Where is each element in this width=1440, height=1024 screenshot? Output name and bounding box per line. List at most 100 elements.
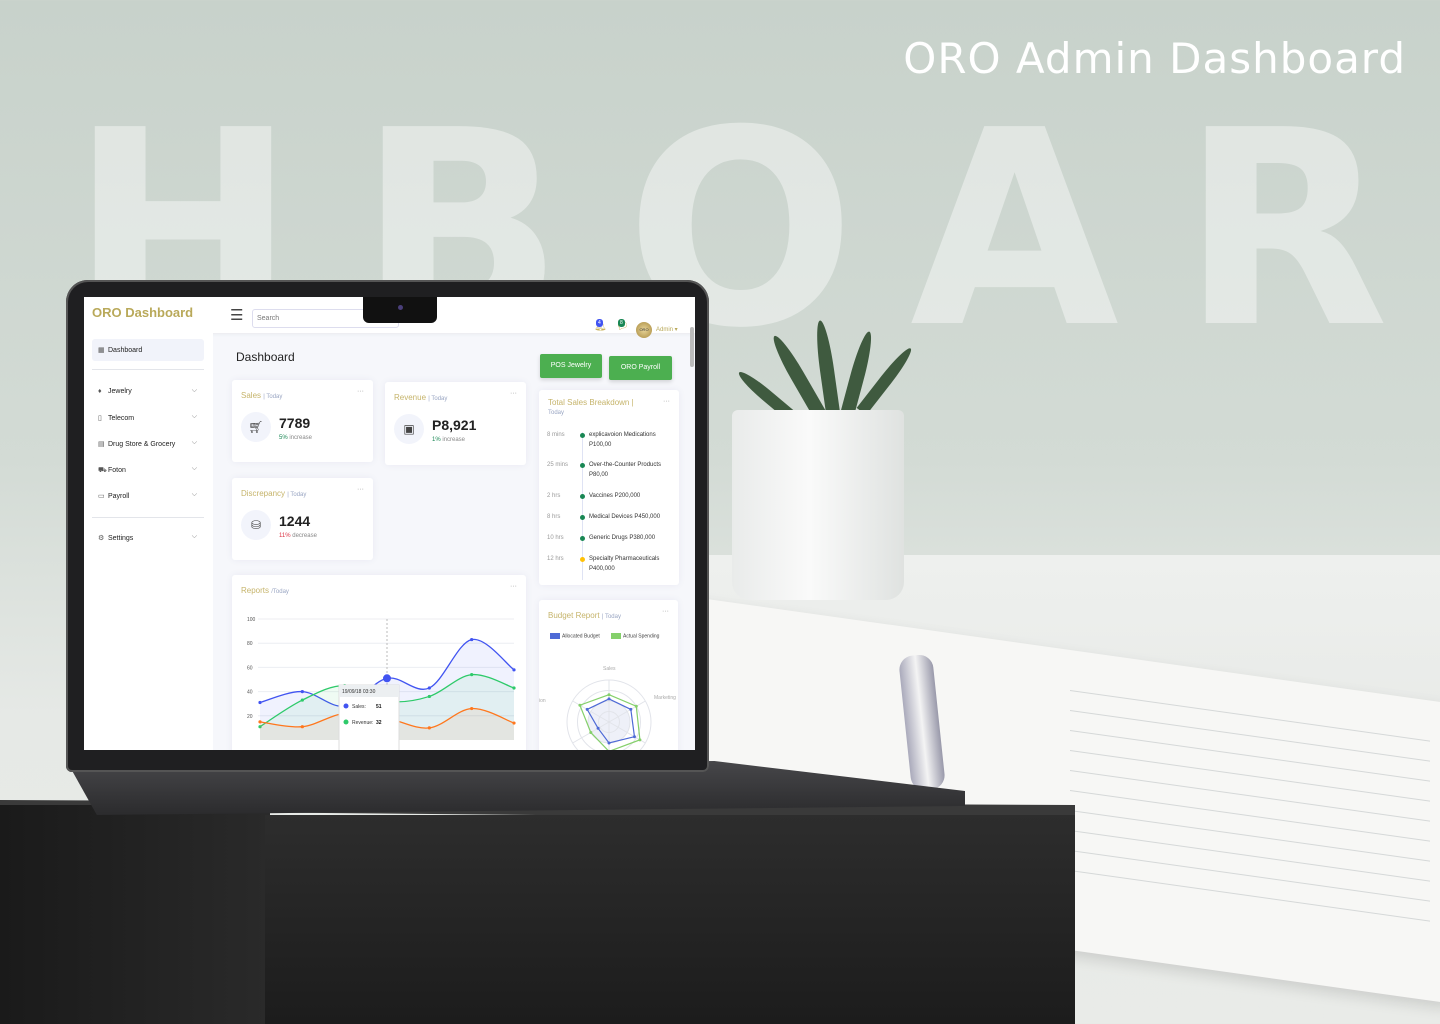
user-menu[interactable]: Admin ▾ <box>656 326 678 333</box>
pedestal-side <box>0 805 270 1024</box>
timeline-item: 8 mins explicavoion Medications P100,00 <box>547 432 677 448</box>
divider <box>92 369 204 370</box>
tooltip-label: Revenue: <box>352 720 373 726</box>
data-point-revenue[interactable] <box>427 694 431 699</box>
timeline-text: explicavoion Medications P100,00 <box>589 432 656 448</box>
y-tick-label: 60 <box>247 665 253 671</box>
sidebar-item-drug-store[interactable]: ▤ Drug Store & Grocery ⌵ <box>92 433 204 455</box>
reports-chart[interactable]: 100 80 60 40 20 19/09/18 03:30 Sales: 51 Revenue… <box>232 575 526 750</box>
message-badge: 8 <box>618 319 625 327</box>
data-point-customers[interactable] <box>470 706 474 711</box>
logo[interactable]: ORO Dashboard <box>92 305 193 320</box>
chevron-down-icon: ⌵ <box>191 533 197 540</box>
menu-toggle-icon[interactable]: ☰ <box>230 306 243 324</box>
card-title: Total Sales Breakdown | <box>548 398 634 407</box>
tooltip-label: Sales: <box>352 704 366 710</box>
data-point-customers[interactable] <box>512 721 516 725</box>
sidebar-item-label: Jewelry <box>108 388 132 395</box>
timeline-time: 25 mins <box>547 462 569 468</box>
reports-card: Reports /Today ··· 100 80 60 40 20 19/09/18 0… <box>232 575 526 750</box>
chevron-down-icon: ⌵ <box>191 387 197 394</box>
radar-allocated-point <box>585 707 589 711</box>
chart-tooltip: 19/09/18 03:30 Sales: 51 Revenue: 32 <box>338 684 400 750</box>
timeline-time: 10 hrs <box>547 535 564 541</box>
camera-icon <box>398 305 403 310</box>
timeline-text: Medical Devices P450,000 <box>589 514 661 520</box>
budget-radar-chart: Sales Marketing Administration <box>539 666 676 750</box>
data-point-sales[interactable] <box>258 700 262 705</box>
timeline-time: 8 hrs <box>547 514 561 520</box>
sidebar-item-jewelry[interactable]: ♦ Jewelry ⌵ <box>92 381 204 403</box>
revenue-trend: increase <box>442 437 466 443</box>
radar-allocated-point <box>607 741 611 745</box>
sidebar-item-label: Dashboard <box>108 347 143 354</box>
tooltip-time: 19/09/18 03:30 <box>342 689 376 695</box>
discrepancy-card: Discrepancy | Today ··· ⛁ 1244 11% decre… <box>232 478 373 560</box>
sidebar-item-label: Foton <box>108 467 126 474</box>
data-point-sales[interactable] <box>470 637 474 642</box>
money-icon: ▣ <box>394 414 424 444</box>
more-icon[interactable]: ··· <box>357 388 364 395</box>
radar-allocated-point <box>607 697 611 701</box>
timeline-text: Specialty Pharmaceuticals P400,000 <box>589 556 660 572</box>
radar-allocated-point <box>632 735 636 739</box>
chevron-down-icon: ⌵ <box>191 491 197 498</box>
data-point-revenue[interactable] <box>512 686 516 690</box>
discrepancy-value: 1244 <box>279 513 311 529</box>
more-icon[interactable]: ··· <box>357 486 364 493</box>
sidebar-item-payroll[interactable]: ▭ Payroll ⌵ <box>92 485 204 507</box>
revenue-value: P8,921 <box>432 417 477 433</box>
data-point-sales[interactable] <box>383 674 391 683</box>
card-title: Discrepancy | Today <box>241 489 307 498</box>
avatar[interactable]: ORO <box>636 322 652 338</box>
scrollbar[interactable] <box>690 327 694 367</box>
y-tick-label: 40 <box>247 690 253 696</box>
data-point-customers[interactable] <box>258 720 262 724</box>
gem-icon: ♦ <box>98 388 102 395</box>
revenue-pct: 1% <box>432 437 441 443</box>
radar-allocated-point <box>596 726 600 730</box>
data-point-revenue[interactable] <box>300 698 304 702</box>
radar-allocated-point <box>629 707 633 711</box>
timeline-item: 8 hrs Medical Devices P450,000 <box>547 514 677 520</box>
y-tick-label: 100 <box>247 617 256 623</box>
timeline-text: Generic Drugs P380,000 <box>589 535 656 541</box>
card-title: Sales | Today <box>241 391 283 400</box>
sidebar-item-telecom[interactable]: ▯ Telecom ⌵ <box>92 407 204 429</box>
camera-notch <box>363 297 437 323</box>
revenue-card: Revenue | Today ··· ▣ P8,921 1% increase <box>385 382 526 465</box>
timeline-time: 8 mins <box>547 432 565 438</box>
tooltip-value: 51 <box>376 704 382 710</box>
sidebar-item-foton[interactable]: ⛟Foton ⌵ <box>92 459 204 481</box>
data-point-sales[interactable] <box>512 668 516 672</box>
sidebar-item-settings[interactable]: ⚙ Settings ⌵ <box>92 527 204 549</box>
sidebar-item-dashboard[interactable]: ▦ Dashboard <box>92 339 204 361</box>
sidebar-item-label: Telecom <box>108 415 135 422</box>
data-point-customers[interactable] <box>427 726 431 730</box>
timeline-dot <box>580 536 585 541</box>
sidebar: ▦ Dashboard ♦ Jewelry ⌵ ▯ Telecom ⌵ ▤ Drug Sto… <box>84 333 213 750</box>
budget-card: Budget Report | Today ··· Allocated Budg… <box>539 600 678 750</box>
timeline-dot <box>580 433 585 438</box>
more-icon[interactable]: ··· <box>663 398 670 405</box>
store-icon: ▤ <box>98 441 105 448</box>
data-point-sales[interactable] <box>300 690 304 694</box>
laptop-screen: ORO Dashboard ☰ Search 🔔︎ 4 💬︎ 8 ORO Adm… <box>84 297 695 750</box>
radar-actual-point <box>578 703 582 707</box>
data-point-revenue[interactable] <box>470 673 474 677</box>
radar-axis-label: Marketing <box>654 695 676 701</box>
headline: ORO Admin Dashboard <box>903 34 1406 83</box>
sales-trend: increase <box>289 435 313 441</box>
tooltip-value: 32 <box>376 720 382 726</box>
gear-icon: ⚙ <box>98 535 105 542</box>
pos-jewelry-button[interactable]: POS Jewelry <box>540 354 602 378</box>
more-icon[interactable]: ··· <box>510 390 517 397</box>
card-period: Today <box>548 410 565 416</box>
data-point-customers[interactable] <box>300 725 304 729</box>
y-tick-label: 80 <box>247 641 253 647</box>
data-point-sales[interactable] <box>427 686 431 690</box>
divider <box>92 517 204 518</box>
radar-actual-point <box>607 693 611 697</box>
oro-payroll-button[interactable]: ORO Payroll <box>609 356 672 380</box>
radar-axis-label: Administration <box>539 698 546 704</box>
